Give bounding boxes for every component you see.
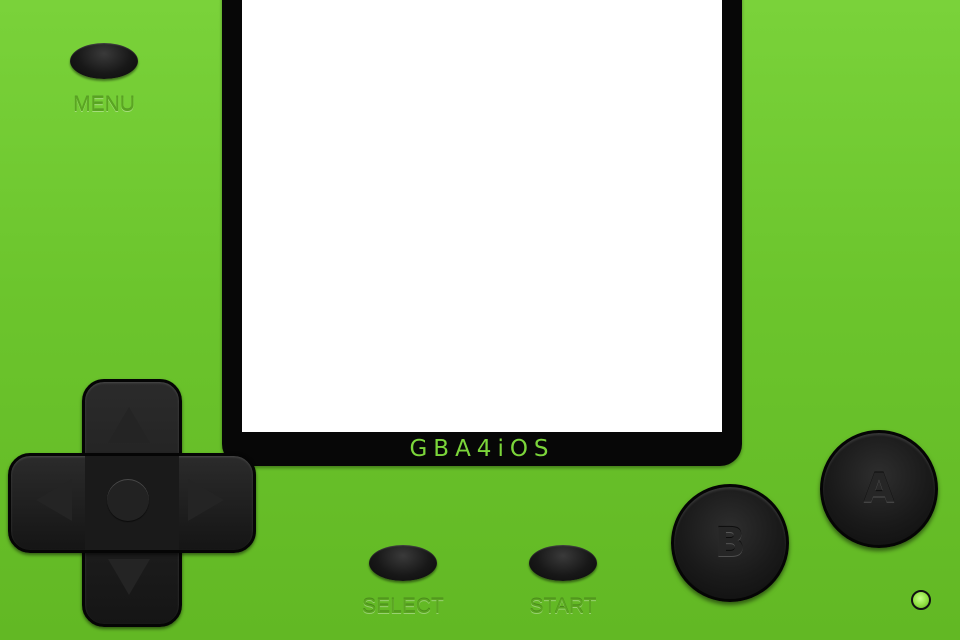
a-button[interactable]: A [820, 430, 938, 548]
game-screen[interactable] [242, 0, 722, 432]
menu-label: MENU [73, 93, 135, 116]
start-label: START [529, 595, 597, 618]
console-logo: GBA4iOS [409, 436, 555, 462]
a-button-label: A [863, 466, 895, 512]
b-button-label: B [714, 520, 746, 566]
circle-icon [107, 479, 149, 521]
select-label: SELECT [362, 595, 444, 618]
dpad [8, 379, 256, 627]
dpad-left-button[interactable] [36, 479, 72, 521]
dpad-right-button[interactable] [188, 479, 224, 521]
dpad-down-button[interactable] [108, 559, 150, 595]
b-button[interactable]: B [671, 484, 789, 602]
menu-button[interactable] [70, 43, 138, 79]
dpad-up-button[interactable] [108, 407, 150, 443]
start-button[interactable] [529, 545, 597, 581]
select-button[interactable] [369, 545, 437, 581]
power-led [911, 590, 931, 610]
